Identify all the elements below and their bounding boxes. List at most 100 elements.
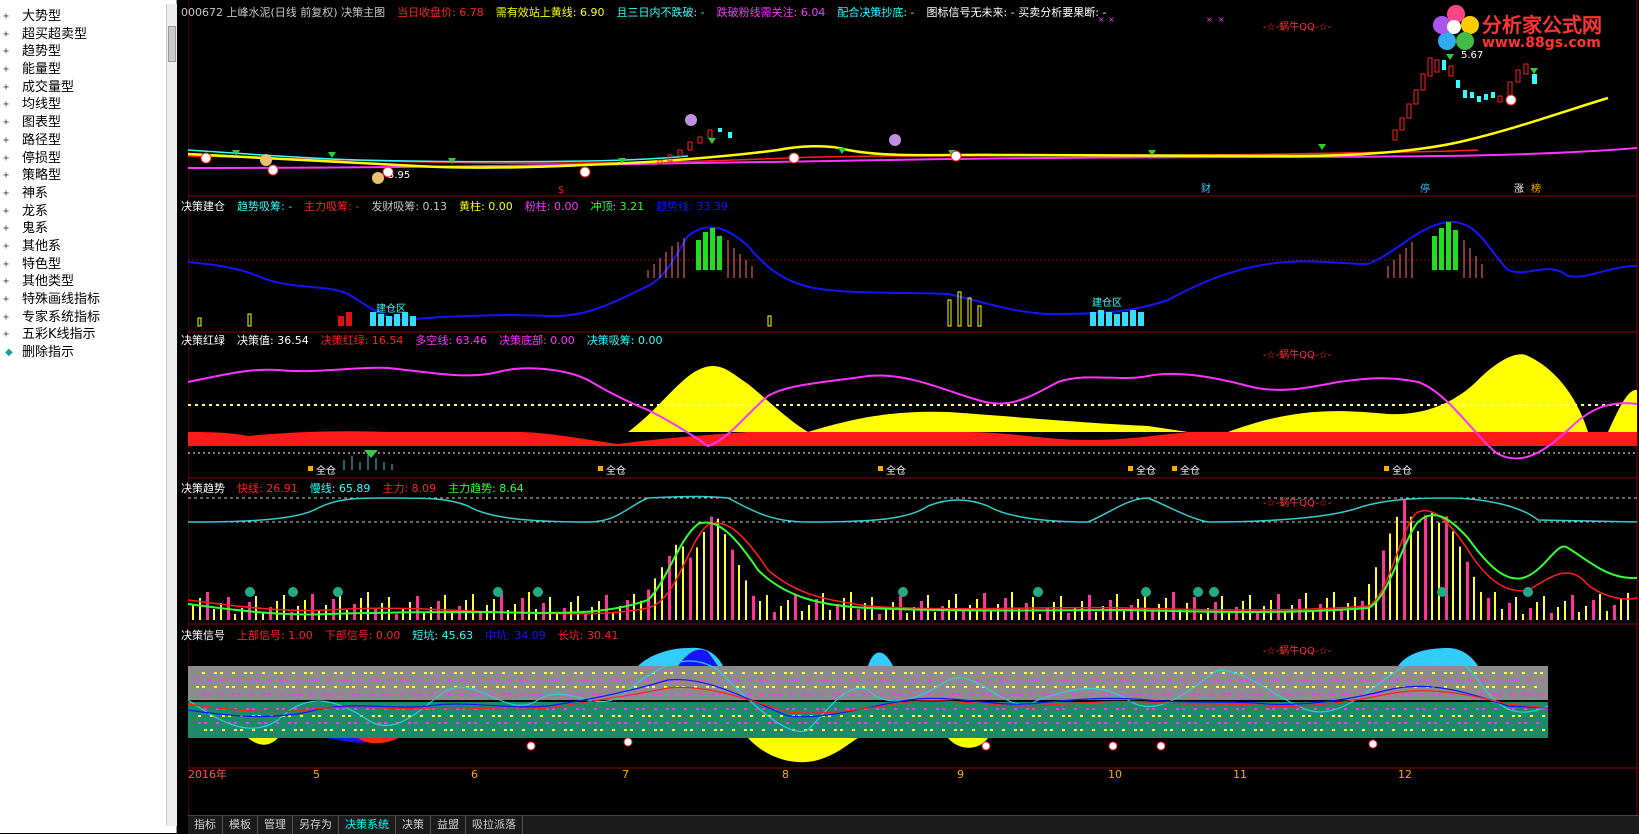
signal-dot xyxy=(1198,693,1201,695)
tab-item[interactable]: 指标 xyxy=(188,816,223,834)
expand-icon[interactable]: + xyxy=(3,220,9,238)
signal-dot xyxy=(432,715,435,717)
tab-item[interactable]: 模板 xyxy=(223,816,258,834)
tab-item[interactable]: 决策系统 xyxy=(339,816,396,834)
expand-icon[interactable]: + xyxy=(3,132,9,150)
tab-item[interactable]: 益盟 xyxy=(431,816,466,834)
sidebar-item[interactable]: + 超买超卖型 xyxy=(0,26,166,44)
signal-dot xyxy=(454,672,457,674)
sidebar-item[interactable]: + 图表型 xyxy=(0,114,166,132)
signal-dot xyxy=(234,729,237,731)
expand-icon[interactable]: + xyxy=(3,167,9,185)
sidebar-item[interactable]: + 能量型 xyxy=(0,61,166,79)
honglv-label: 多空线: 63.46 xyxy=(415,334,488,347)
sidebar-item[interactable]: + 龙系 xyxy=(0,203,166,221)
signal-dot xyxy=(1488,715,1491,717)
sidebar-item[interactable]: + 特色型 xyxy=(0,256,166,274)
signal-dot xyxy=(492,715,495,717)
signal-dot xyxy=(1356,722,1359,724)
x-axis-label: 12 xyxy=(1398,768,1412,781)
signal-dot xyxy=(1330,679,1333,681)
sidebar-item[interactable]: + 鬼系 xyxy=(0,220,166,238)
signal-dot xyxy=(1054,686,1057,688)
expand-icon[interactable]: + xyxy=(3,114,9,132)
expand-icon[interactable]: + xyxy=(3,203,9,221)
signal-dot xyxy=(1186,686,1189,688)
signal-dot xyxy=(1246,686,1249,688)
sidebar-item[interactable]: + 停损型 xyxy=(0,150,166,168)
signal-dot xyxy=(750,715,753,717)
expand-icon[interactable]: + xyxy=(3,185,9,203)
sidebar-item[interactable]: + 策略型 xyxy=(0,167,166,185)
sidebar-item[interactable]: + 趋势型 xyxy=(0,43,166,61)
expand-icon[interactable]: + xyxy=(3,8,9,26)
trend-bar xyxy=(1459,546,1461,620)
scrollbar-thumb[interactable] xyxy=(168,26,176,62)
signal-dot xyxy=(1242,708,1245,710)
sidebar-item[interactable]: + 大势型 xyxy=(0,8,166,26)
chart-canvas[interactable]: × × × × 建仓区 建仓区 全仓 全仓 全仓 全仓 全仓 全仓 -☆-蜗牛Q… xyxy=(188,0,1638,833)
signal-dot xyxy=(970,693,973,695)
signal-dot xyxy=(480,729,483,731)
tab-item[interactable]: 管理 xyxy=(258,816,293,834)
sidebar-item-label: 其他类型 xyxy=(22,274,75,290)
expand-icon[interactable]: + xyxy=(3,273,9,291)
tab-item[interactable]: 另存为 xyxy=(293,816,339,834)
expand-icon[interactable]: + xyxy=(3,150,9,168)
signal-dot xyxy=(358,693,361,695)
sidebar-item[interactable]: ◆ 删除指示 xyxy=(0,344,166,362)
sidebar-item-label: 龙系 xyxy=(22,203,49,219)
sidebar-item[interactable]: + 五彩K线指示 xyxy=(0,326,166,344)
expand-icon[interactable]: + xyxy=(3,326,9,344)
expand-icon[interactable]: + xyxy=(3,238,9,256)
expand-icon[interactable]: + xyxy=(3,61,9,79)
signal-dot xyxy=(684,722,687,724)
sidebar-item-label: 特殊画线指标 xyxy=(22,292,101,307)
expand-icon[interactable]: + xyxy=(3,79,9,97)
expand-icon[interactable]: + xyxy=(3,26,9,44)
sidebar-scrollbar[interactable] xyxy=(166,4,177,826)
tab-item[interactable]: 决策 xyxy=(396,816,431,834)
expand-icon[interactable]: + xyxy=(3,96,9,114)
x-axis-label: 7 xyxy=(622,768,629,781)
svg-text:全仓: 全仓 xyxy=(606,464,626,477)
sidebar-item[interactable]: + 其他系 xyxy=(0,238,166,256)
x-axis-label: 2016年 xyxy=(188,767,227,781)
sidebar-item[interactable]: + 专家系统指标 xyxy=(0,309,166,327)
signal-dot xyxy=(448,693,451,695)
signal-dot xyxy=(1162,686,1165,688)
tab-item[interactable]: 吸拉派落 xyxy=(466,816,523,834)
signal-dot xyxy=(1342,693,1345,695)
signal-dot xyxy=(996,708,999,710)
sidebar-item[interactable]: + 神系 xyxy=(0,185,166,203)
sidebar-item[interactable]: + 均线型 xyxy=(0,96,166,114)
sidebar-item-label: 停损型 xyxy=(22,150,62,166)
signal-dot xyxy=(1114,686,1117,688)
signal-dot xyxy=(516,722,519,724)
signal-dot xyxy=(1284,729,1287,731)
signal-dot xyxy=(532,693,535,695)
signal-dot xyxy=(538,679,541,681)
signal-dot xyxy=(618,722,621,724)
signal-dot xyxy=(1534,672,1537,674)
signal-dot xyxy=(496,679,499,681)
sidebar-item[interactable]: + 路径型 xyxy=(0,132,166,150)
signal-dot xyxy=(1068,715,1071,717)
signal-dot xyxy=(1288,693,1291,695)
expand-icon[interactable]: + xyxy=(3,256,9,274)
sidebar-item[interactable]: + 其他类型 xyxy=(0,273,166,291)
sidebar-item[interactable]: + 成交量型 xyxy=(0,79,166,97)
signal-dot xyxy=(756,722,759,724)
signal-dot xyxy=(858,722,861,724)
expand-icon[interactable]: + xyxy=(3,43,9,61)
xinhao-panel-title-row: 决策信号 上部信号: 1.00 下部信号: 0.00 短坑: 45.63 中坑: 34.… xyxy=(181,627,631,643)
diamond-icon[interactable]: ◆ xyxy=(5,344,13,362)
signal-dot xyxy=(264,729,267,731)
signal-dot xyxy=(1458,715,1461,717)
signal-dot xyxy=(940,693,943,695)
expand-icon[interactable]: + xyxy=(3,309,9,327)
signal-dot xyxy=(340,693,343,695)
signal-dot xyxy=(222,715,225,717)
sidebar-item[interactable]: + 特殊画线指标 xyxy=(0,291,166,309)
expand-icon[interactable]: + xyxy=(3,291,9,309)
